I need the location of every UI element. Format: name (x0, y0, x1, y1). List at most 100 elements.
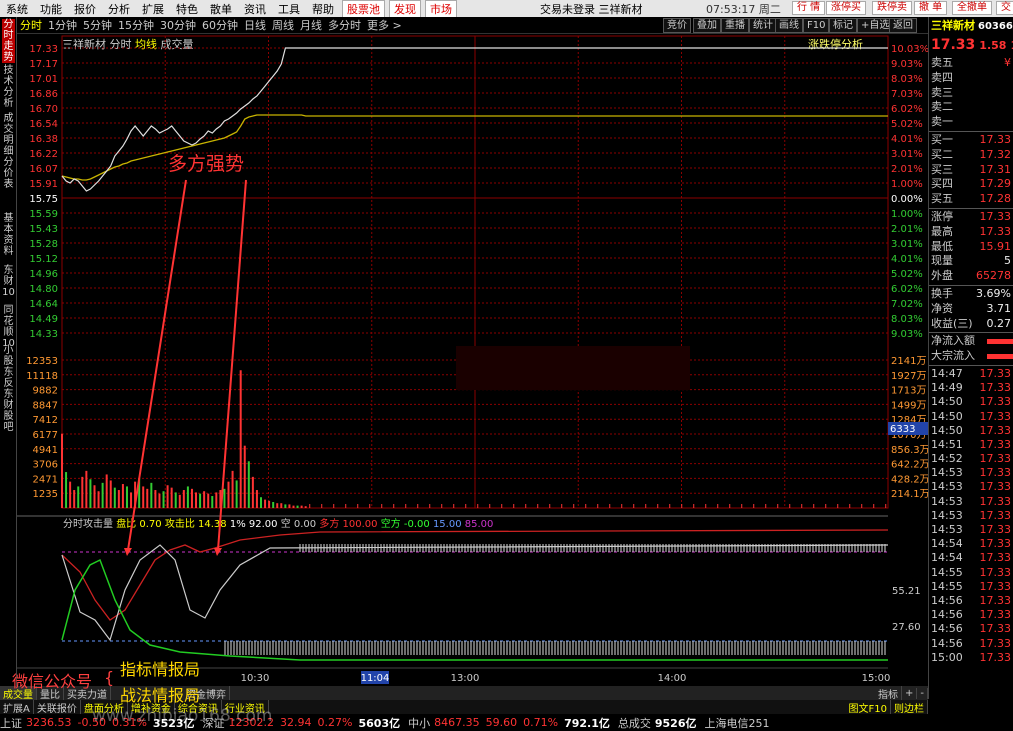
tick-row-1: 14:49 17.33 (929, 381, 1013, 395)
price-tick-left-9: 15.91 (29, 179, 58, 190)
status-total-label: 总成交 (617, 716, 651, 730)
ext-right-1[interactable]: 则边栏 (891, 699, 928, 715)
ext-tab-1[interactable]: 关联报价 (34, 699, 81, 715)
price-tick-right-10: 0.00% (891, 194, 923, 205)
tick-row-8: 14:53 17.33 (929, 480, 1013, 494)
tick-price-1: 17.33 (979, 381, 1012, 395)
price-tick-left-16: 14.80 (29, 284, 58, 295)
tick-price-7: 17.33 (979, 466, 1012, 480)
tick-time-4: 14:50 (931, 423, 963, 437)
tick-row-16: 14:56 17.33 (929, 594, 1013, 608)
indicator-control-0[interactable]: 指标 (875, 685, 902, 701)
tick-time-15: 14:55 (931, 579, 963, 593)
stat-row-6-label: 净资 (931, 301, 953, 315)
tick-price-12: 17.33 (979, 537, 1012, 551)
price-tick-right-8: 2.01% (891, 164, 923, 175)
flow-bar-0 (987, 339, 1013, 345)
price-tick-right-3: 7.03% (891, 89, 923, 100)
price-tick-left-8: 16.07 (29, 164, 58, 175)
stat-row-3-value: 5 (1004, 254, 1011, 268)
tick-time-16: 14:56 (931, 593, 963, 607)
stat-row-2-label: 最低 (931, 239, 953, 253)
orderbook-row-9-label: 买五 (931, 192, 953, 206)
ext-tab-0[interactable]: 扩展A (0, 699, 34, 715)
status-total-amt: 9526亿 (654, 716, 697, 730)
tick-time-11: 14:53 (931, 523, 963, 536)
vol-tick-left-8: 2471 (33, 474, 58, 485)
stat-row-0-value: 17.33 (979, 209, 1012, 223)
price-tick-left-7: 16.22 (29, 149, 58, 160)
indicator-name: 分时攻击量 (63, 517, 116, 530)
status-sz-amt: 5603亿 (358, 716, 401, 730)
stat-row-6: 净资 3.71 (929, 302, 1013, 317)
flow-row-1: 大宗流入 (929, 349, 1013, 364)
indicator-axis-1: 27.60 (892, 622, 921, 633)
stat-row-3: 现量 5 (929, 254, 1013, 269)
quote-title: 三祥新材603663 (929, 17, 1013, 34)
tick-row-17: 14:56 17.33 (929, 608, 1013, 622)
orderbook-row-3-label: 卖二 (931, 100, 953, 114)
indicator-axis-0: 55.21 (892, 586, 921, 597)
top-button-4[interactable]: 全撤单 (952, 1, 992, 15)
tick-time-8: 14:53 (931, 480, 963, 494)
time-label-4: 15:00 (862, 673, 891, 684)
tick-price-17: 17.33 (979, 608, 1012, 622)
orderbook-sep (929, 130, 1013, 132)
tick-price-6: 17.33 (979, 452, 1012, 466)
indicator-control-2[interactable]: - (917, 687, 928, 699)
indicator-white-line (61, 544, 889, 642)
status-sh-label: 上证 (0, 716, 22, 730)
vol-tick-right-8: 428.2万 (891, 474, 928, 485)
tick-time-19: 14:56 (931, 636, 963, 650)
time-label-3: 14:00 (658, 673, 687, 684)
stat-row-1: 最高 17.33 (929, 225, 1013, 240)
flow-label-1: 大宗流入 (931, 349, 975, 363)
tick-row-13: 14:54 17.33 (929, 551, 1013, 565)
tick-price-14: 17.33 (979, 565, 1012, 579)
tick-time-17: 14:56 (931, 608, 963, 622)
stat-row-4: 外盘 65278 (929, 269, 1013, 284)
stat-row-5-label: 换手 (931, 286, 953, 300)
indicator-label-1: 攻击比 (165, 517, 198, 530)
orderbook-row-2-label: 卖三 (931, 85, 953, 99)
quote-stock-name: 三祥新材 (931, 19, 975, 32)
price-tick-left-4: 16.70 (29, 104, 58, 115)
vol-tick-left-4: 7412 (33, 415, 58, 426)
status-zx-pct: 0.71% (523, 716, 559, 729)
vol-tick-left-5: 6177 (33, 430, 58, 441)
tick-row-18: 14:56 17.33 (929, 622, 1013, 636)
tick-time-1: 14:49 (931, 381, 963, 395)
stat-row-3-label: 现量 (931, 254, 953, 268)
status-zx-value: 8467.35 (434, 716, 480, 729)
tick-time-14: 14:55 (931, 565, 963, 579)
tick-time-3: 14:50 (931, 409, 963, 423)
orderbook-row-6-value: 17.32 (979, 147, 1012, 161)
stat-row-4-label: 外盘 (931, 269, 953, 283)
price-tick-left-11: 15.59 (29, 209, 58, 220)
watermark-line2: 战法情报局 (120, 686, 201, 705)
indicator-value-5: -0.00 (404, 519, 433, 530)
stat-row-1-label: 最高 (931, 224, 953, 238)
price-tick-left-3: 16.86 (29, 89, 58, 100)
vol-tick-left-3: 8847 (33, 400, 58, 411)
tick-row-14: 14:55 17.33 (929, 566, 1013, 580)
price-tick-left-0: 17.33 (29, 44, 58, 55)
tick-time-13: 14:54 (931, 551, 963, 565)
quote-price: 17.331.5810.03% (929, 34, 1013, 56)
orderbook-row-9-value: 17.28 (979, 192, 1012, 206)
ext-right-0[interactable]: 图文F10 (846, 699, 891, 715)
stat-row-5-value: 3.69% (976, 286, 1011, 300)
tick-row-19: 14:56 17.33 (929, 637, 1013, 651)
price-tick-right-18: 8.03% (891, 314, 923, 325)
indicator-value-3: 0.00 (294, 519, 319, 530)
indicator-value-4: 100.00 (343, 519, 381, 530)
tick-row-15: 14:55 17.33 (929, 580, 1013, 594)
price-tick-left-13: 15.28 (29, 239, 58, 250)
indicator-label-0: 盘比 (116, 517, 139, 530)
vol-tick-left-9: 1235 (33, 489, 58, 500)
price-tick-left-5: 16.54 (29, 119, 58, 130)
top-button-5[interactable]: 交 (996, 1, 1013, 15)
tick-price-3: 17.33 (979, 409, 1012, 423)
indicator-control-1[interactable]: + (902, 687, 918, 699)
intraday-chart[interactable]: 17.33 17.17 17.01 16.86 16.70 16.54 16.38 16.22… (0, 0, 928, 700)
